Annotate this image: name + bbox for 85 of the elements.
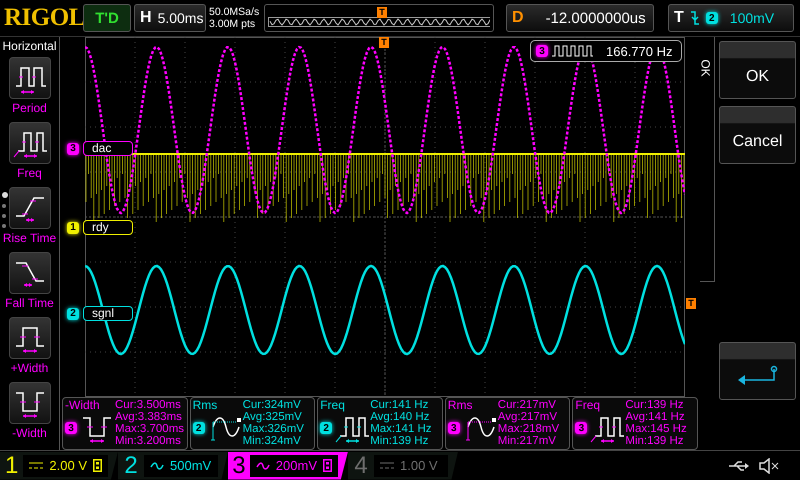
falling-edge-icon <box>690 11 700 25</box>
measurement-value: Max:145 Hz <box>625 423 687 435</box>
menu-title: Horizontal <box>2 39 57 53</box>
measure-label: Rise Time <box>2 231 56 245</box>
delay-display: D -12.0000000us <box>506 4 654 32</box>
menu-button[interactable]: Cancel <box>719 106 796 164</box>
channel-scale: 200mV <box>276 458 317 473</box>
measurement-value: Min:3.200ms <box>115 435 182 447</box>
measurement-name: Freq <box>320 399 346 412</box>
measure-button[interactable] <box>8 252 50 294</box>
measure-label: -Width <box>12 426 47 440</box>
trigger-level-marker: T <box>686 298 696 309</box>
measurement-value: Min:324mV <box>242 435 302 447</box>
channel-label: sgnl <box>83 306 133 321</box>
measurement-value: Max:218mV <box>498 423 560 435</box>
memory-depth: 3.00M pts <box>209 18 256 30</box>
trigger-source: 2 <box>706 12 718 24</box>
ac-coupling-icon <box>150 462 164 470</box>
measure-label: Fall Time <box>5 296 54 310</box>
usb-icon <box>728 460 750 472</box>
measure-button[interactable] <box>8 122 50 164</box>
mute-icon <box>758 458 780 474</box>
run-status: T'D <box>83 4 131 32</box>
measurement-value: Cur:141 Hz <box>370 399 430 411</box>
channel-badge: 2 <box>320 422 332 434</box>
timebase-display: H 5.00ms <box>134 4 206 32</box>
measurement-name: Rms <box>448 399 474 412</box>
overview-wave-icon <box>268 17 490 27</box>
measurement-value: Avg:3.383ms <box>115 411 183 423</box>
measurement-value: Avg:140 Hz <box>370 411 430 423</box>
channel-badge: 2 <box>67 308 79 320</box>
channel-badge: 3 <box>536 45 548 57</box>
measurement-value: Max:326mV <box>242 423 304 435</box>
measurement-value: Min:217mV <box>498 435 557 447</box>
measurement-name: Freq <box>575 399 602 412</box>
measurement-value: Avg:325mV <box>242 411 303 423</box>
measure-button[interactable] <box>8 317 50 359</box>
back-button[interactable] <box>719 342 796 400</box>
bandwidth-limit-icon <box>93 459 102 472</box>
channel-badge: 1 <box>67 222 79 234</box>
channel-tab[interactable]: 1 2.00 V <box>0 452 118 480</box>
bandwidth-limit-icon <box>323 459 332 472</box>
menu-tab[interactable]: OK <box>700 37 715 282</box>
measurement-name: -Width <box>65 399 101 412</box>
channel-scale: 2.00 V <box>49 458 87 473</box>
measurement-value: Cur:324mV <box>242 399 302 411</box>
sample-rate: 50.0MSa/s <box>209 6 260 18</box>
dc-coupling-icon <box>29 462 44 470</box>
measurement-value: Max:141 Hz <box>370 423 432 435</box>
measurement-value: Cur:217mV <box>498 399 557 411</box>
measurement-value: Avg:141 Hz <box>625 411 686 423</box>
channel-scale: 500mV <box>170 458 212 473</box>
channel-badge: 2 <box>192 422 205 434</box>
measurement-name: Rms <box>192 399 218 412</box>
measure-label: Freq <box>17 166 42 180</box>
measure-label: Period <box>12 101 47 115</box>
channel-badge: 3 <box>67 142 79 154</box>
measurement-value: Min:139 Hz <box>370 435 430 447</box>
channel-badge: 3 <box>65 422 77 434</box>
measure-button[interactable] <box>8 382 50 424</box>
measure-button[interactable] <box>8 57 50 99</box>
dc-coupling-icon <box>380 462 394 470</box>
measure-label: +Width <box>10 361 48 375</box>
measurement-value: Avg:217mV <box>498 411 558 423</box>
trigger-display: T 2 100mV <box>668 4 794 32</box>
measure-button[interactable] <box>8 187 50 229</box>
channel-badge: 3 <box>448 422 460 434</box>
measurement-value: Cur:139 Hz <box>625 399 685 411</box>
channel-tab[interactable]: 2 500mV <box>118 452 228 480</box>
channel-tab[interactable]: 4 1.00 V <box>348 452 458 480</box>
measurement-value: Min:139 Hz <box>625 435 685 447</box>
channel-badge: 3 <box>575 422 588 434</box>
trigger-marker: T <box>379 37 389 48</box>
frequency-value: 166.770 Hz <box>606 44 672 58</box>
trigger-position-marker: T <box>377 7 387 18</box>
channel-label: rdy <box>83 220 133 235</box>
square-wave-icon <box>552 45 596 57</box>
measurement-value: Max:3.700ms <box>115 423 184 435</box>
ac-coupling-icon <box>256 462 270 470</box>
measurement-value: Cur:3.500ms <box>115 399 182 411</box>
channel-label: dac <box>83 141 133 156</box>
channel-tab[interactable]: 3 200mV <box>228 452 348 480</box>
menu-button[interactable]: OK <box>719 41 796 99</box>
channel-scale: 1.00 V <box>400 458 438 473</box>
return-arrow-icon <box>736 365 780 385</box>
